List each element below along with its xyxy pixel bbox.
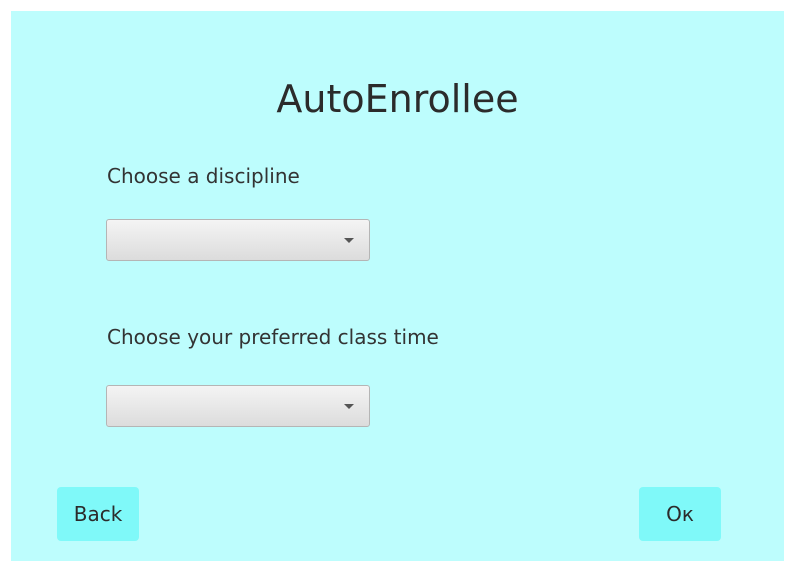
chevron-down-icon xyxy=(344,238,354,243)
ok-button[interactable]: Oк xyxy=(639,487,721,541)
page-title: AutoEnrollee xyxy=(276,77,519,121)
discipline-label: Choose a discipline xyxy=(107,164,300,188)
back-button[interactable]: Back xyxy=(57,487,139,541)
class-time-select[interactable] xyxy=(106,385,370,427)
discipline-select[interactable] xyxy=(106,219,370,261)
enrollment-window: AutoEnrollee Choose a discipline Choose … xyxy=(11,11,784,561)
class-time-label: Choose your preferred class time xyxy=(107,325,439,349)
chevron-down-icon xyxy=(344,404,354,409)
